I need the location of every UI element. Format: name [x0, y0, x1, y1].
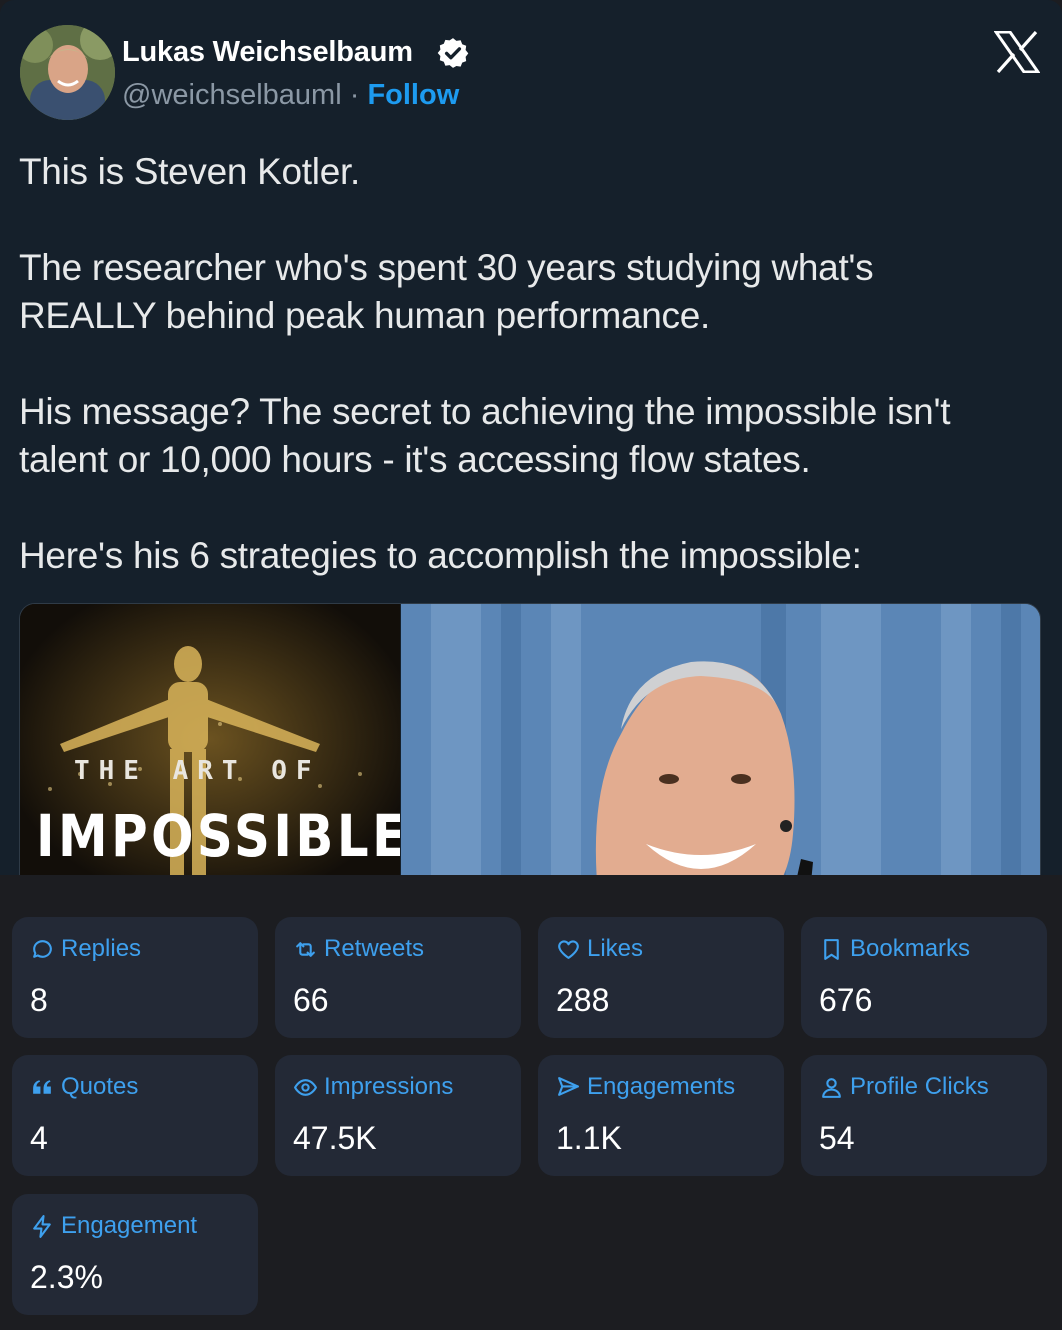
stat-card-engagement-rate: Engagement 2.3% [12, 1194, 258, 1315]
stat-label: Bookmarks [850, 935, 971, 962]
speech-bubble-icon [33, 939, 52, 958]
lightning-icon [33, 1214, 51, 1238]
retweet-icon [296, 941, 315, 957]
stat-label: Retweets [324, 935, 425, 962]
stat-card-quotes: Quotes 4 [12, 1055, 258, 1176]
handle-separator: · [349, 79, 360, 111]
avatar[interactable] [20, 25, 115, 120]
stat-label: Engagement [61, 1212, 198, 1239]
stat-card-replies: Replies 8 [12, 917, 258, 1038]
stat-value: 2.3% [30, 1259, 103, 1295]
page: Lukas Weichselbaum @weichselbauml · Foll… [0, 0, 1062, 1330]
stat-label: Profile Clicks [850, 1073, 989, 1100]
eye-icon [294, 1078, 317, 1096]
stat-value: 4 [30, 1120, 48, 1156]
stat-card-retweets: Retweets 66 [275, 917, 521, 1038]
bookmark-icon [824, 938, 839, 960]
tweet-text: This is Steven Kotler. The researcher wh… [19, 151, 951, 576]
follow-button[interactable]: Follow [367, 79, 459, 111]
stat-label: Engagements [587, 1073, 736, 1100]
verified-badge-icon [437, 38, 469, 68]
book-title-big: IMPOSSIBLE [36, 802, 400, 870]
stat-card-profile-clicks: Profile Clicks 54 [801, 1055, 1047, 1176]
stat-card-likes: Likes 288 [538, 917, 784, 1038]
book-cover-image: THE ART OF IMPOSSIBLE [20, 604, 400, 875]
stat-value: 66 [293, 982, 329, 1018]
heart-icon [558, 939, 579, 959]
stat-value: 54 [819, 1120, 855, 1156]
tweet-media[interactable]: THE ART OF IMPOSSIBLE [19, 603, 1041, 875]
stats-panel: Replies 8 Retweets 66 Likes 288 Bookmark… [0, 875, 1062, 1330]
stat-value: 676 [819, 982, 873, 1018]
quote-icon [33, 1079, 51, 1094]
book-title-small: THE ART OF [74, 756, 321, 786]
stat-value: 8 [30, 982, 48, 1018]
stat-value: 47.5K [293, 1120, 377, 1156]
stat-label: Impressions [324, 1073, 454, 1100]
author-name[interactable]: Lukas Weichselbaum [122, 36, 413, 69]
stat-label: Quotes [61, 1073, 139, 1100]
stat-label: Replies [61, 935, 142, 962]
stat-card-bookmarks: Bookmarks 676 [801, 917, 1047, 1038]
stat-card-engagements: Engagements 1.1K [538, 1055, 784, 1176]
stat-label: Likes [587, 935, 644, 962]
stat-card-impressions: Impressions 47.5K [275, 1055, 521, 1176]
tweet-card[interactable]: Lukas Weichselbaum @weichselbauml · Foll… [0, 0, 1062, 875]
portrait-photo [401, 604, 1040, 875]
stat-value: 288 [556, 982, 610, 1018]
send-icon [558, 1076, 579, 1096]
author-handle[interactable]: @weichselbauml [122, 79, 342, 111]
x-logo-icon[interactable] [994, 31, 1040, 73]
handle-row: @weichselbauml · Follow [122, 79, 459, 112]
person-icon [822, 1077, 841, 1098]
stat-value: 1.1K [556, 1120, 622, 1156]
